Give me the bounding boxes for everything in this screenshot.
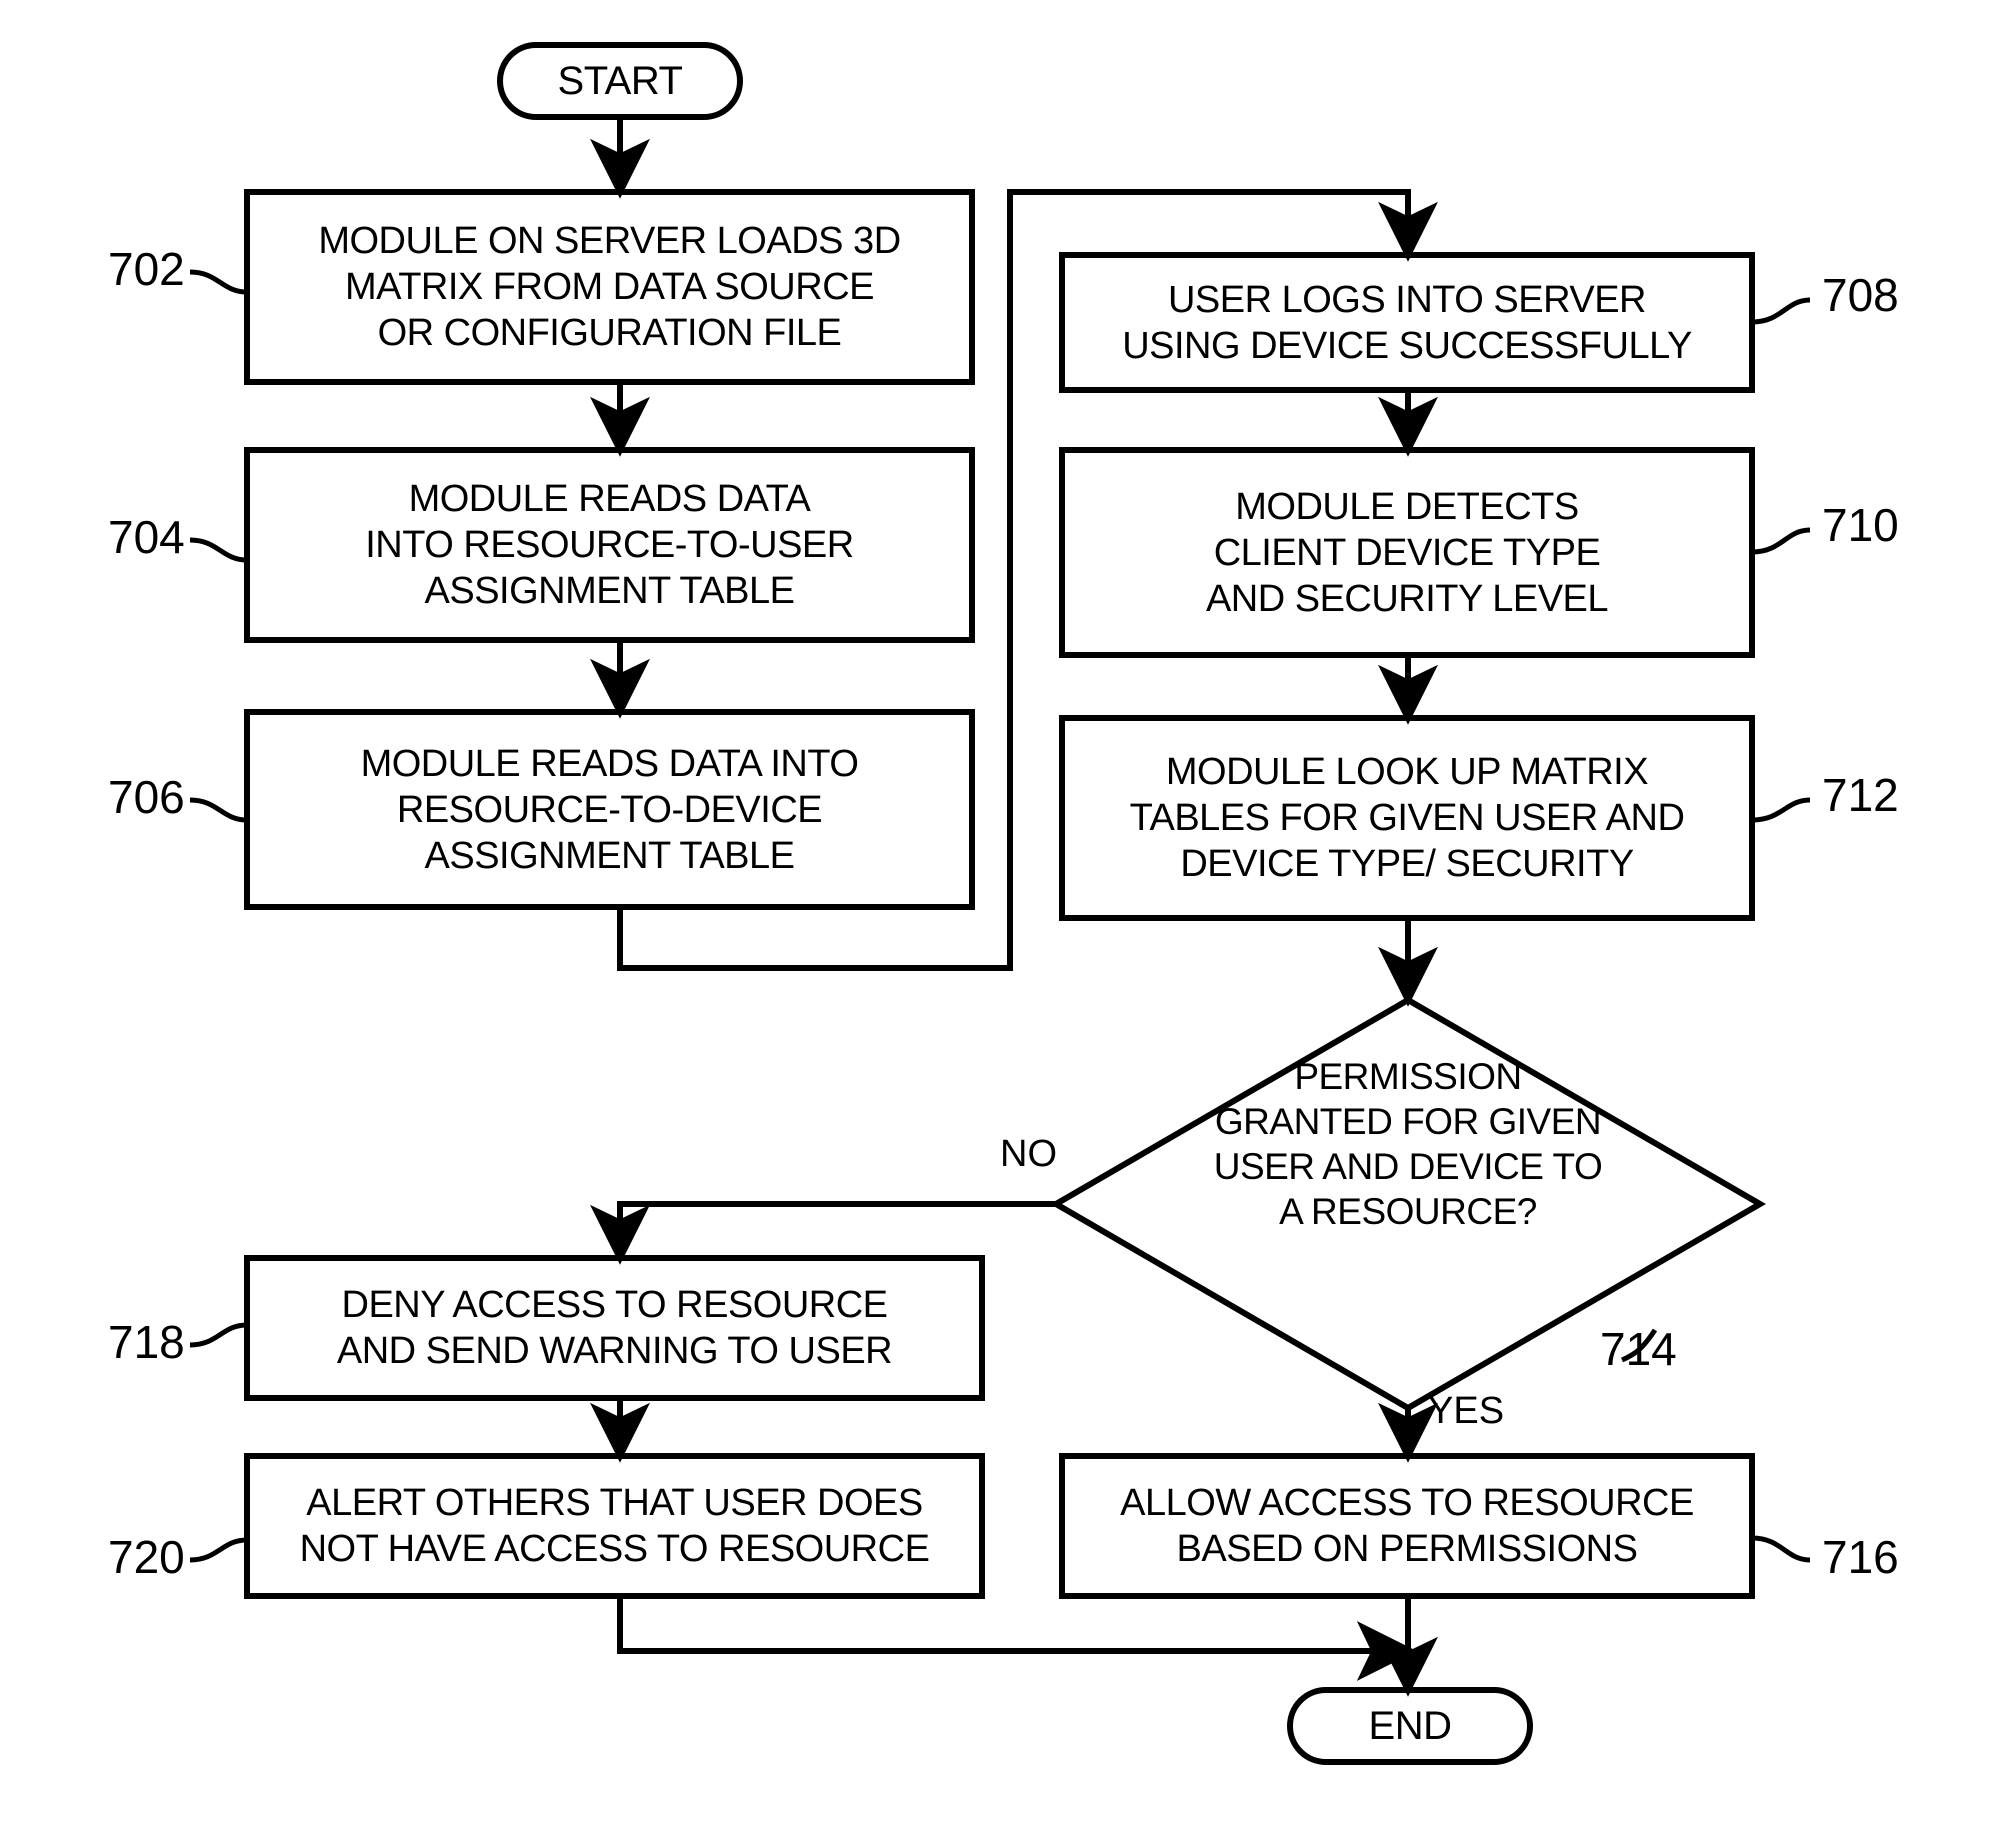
ref-numeral-708: 708 [1822,269,1899,321]
ref-numeral-710: 710 [1822,499,1899,551]
node-710-shape [1059,447,1755,658]
ref-numeral-714: 714 [1600,1323,1677,1375]
end-terminator-shape [1287,1687,1533,1765]
edge-720-to-end [617,1596,1417,1681]
leader-712 [1751,797,1811,823]
ref-numeral-702: 702 [108,243,185,295]
node-704-shape [244,447,975,643]
node-712-shape [1059,715,1755,921]
node-720-shape [244,1453,985,1599]
leader-720 [189,1537,248,1563]
ref-numeral-718: 718 [108,1316,185,1368]
edge-714-no-to-718 [590,1201,1056,1265]
node-708-shape [1059,252,1755,393]
node-702-shape [244,189,975,385]
leader-706 [189,797,248,823]
node-716-shape [1059,1453,1755,1599]
leader-704 [189,537,248,563]
leader-716 [1751,1535,1811,1563]
leader-702 [189,269,248,295]
leader-710 [1751,527,1811,555]
leader-718 [189,1322,248,1348]
ref-numeral-706: 706 [108,771,185,823]
node-706-shape [244,709,975,910]
node-718-shape [244,1255,985,1401]
edge-label-no: NO [1000,1133,1057,1175]
flowchart-graphics [189,42,1811,1765]
flowchart-canvas: START MODULE ON SERVER LOADS 3D MATRIX F… [0,0,2006,1829]
ref-numeral-712: 712 [1822,769,1899,821]
ref-numeral-720: 720 [108,1531,185,1583]
edge-label-yes: YES [1428,1390,1505,1432]
ref-numeral-704: 704 [108,511,185,563]
ref-numeral-716: 716 [1822,1531,1899,1583]
leader-708 [1751,297,1811,325]
start-terminator-shape [497,42,743,120]
